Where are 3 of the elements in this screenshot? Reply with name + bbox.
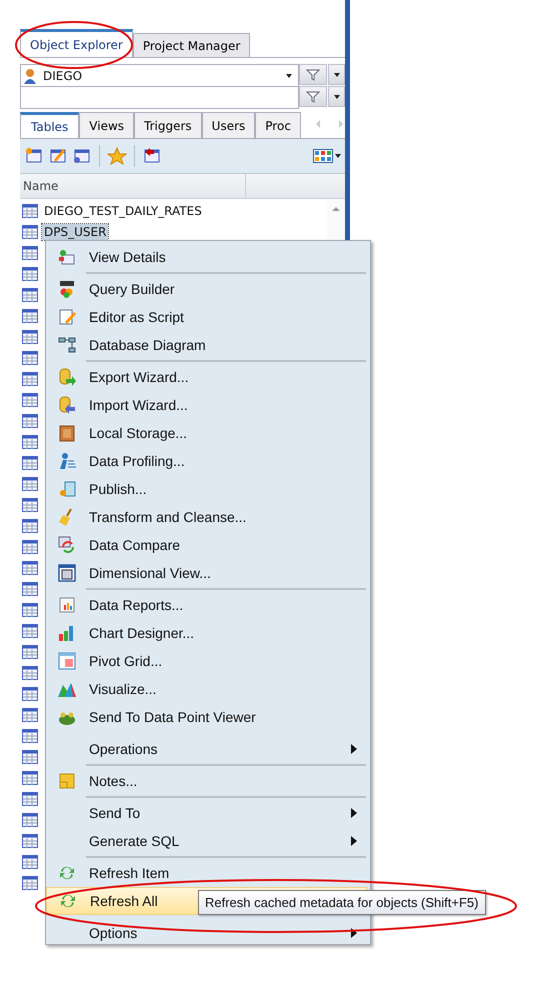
table-name: DIEGO_TEST_DAILY_RATES xyxy=(43,202,203,218)
tooltip: Refresh cached metadata for objects (Shift+F5) xyxy=(198,890,486,915)
table-name: DPS_USER xyxy=(42,224,108,240)
